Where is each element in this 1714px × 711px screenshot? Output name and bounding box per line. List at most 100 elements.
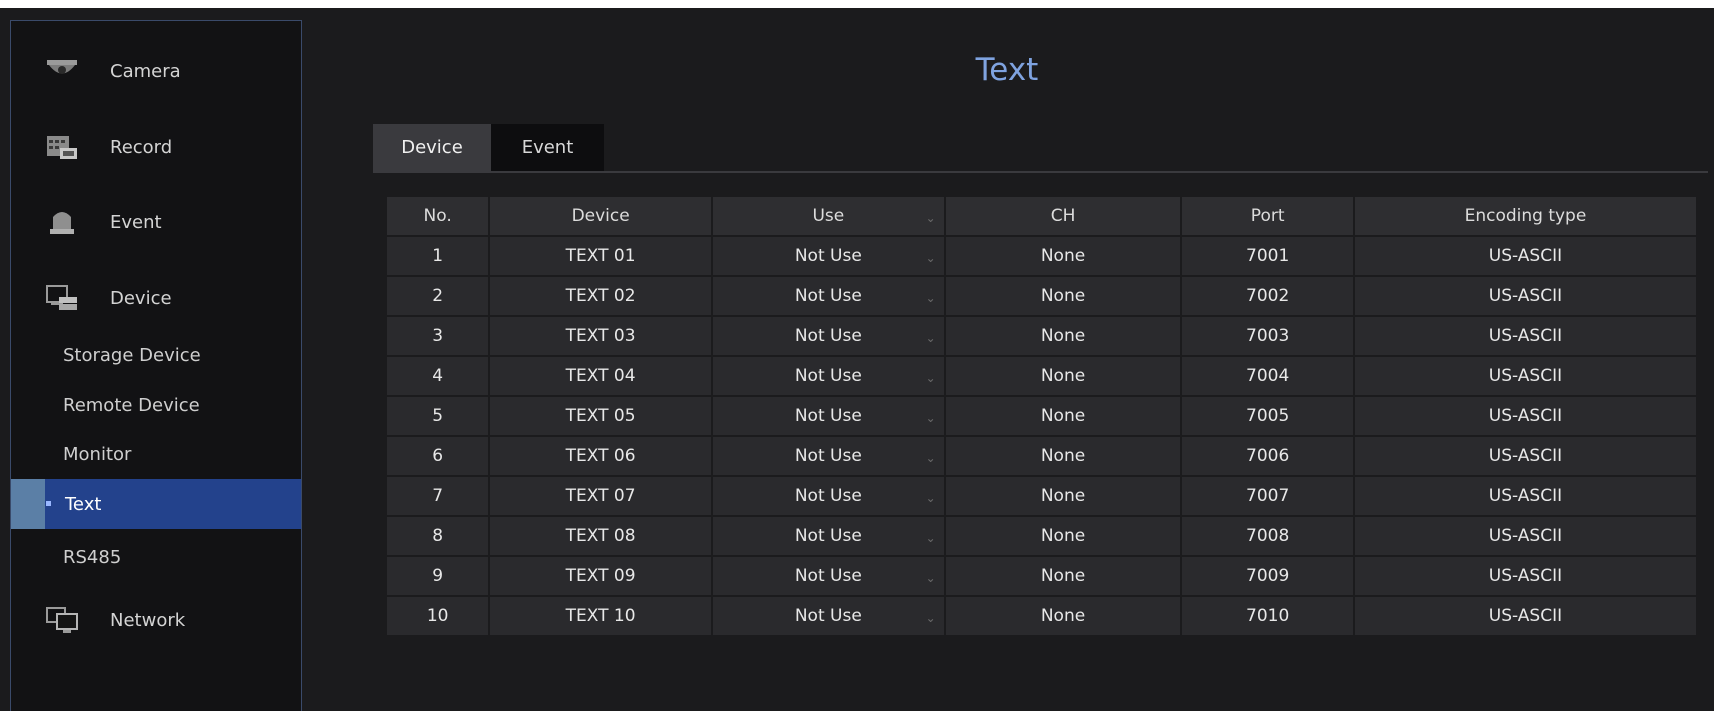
- cell-device: TEXT 01: [490, 237, 711, 275]
- cell-device: TEXT 09: [490, 557, 711, 595]
- table-row: 10 TEXT 10 Not Use ⌄ None 7010 US-ASCII: [387, 597, 1696, 635]
- cell-device: TEXT 04: [490, 357, 711, 395]
- sidebar-subitem-text[interactable]: Text: [11, 479, 301, 529]
- cell-port[interactable]: 7003: [1182, 317, 1353, 355]
- sidebar-item-network[interactable]: Network: [11, 592, 301, 648]
- cell-ch[interactable]: None: [945, 597, 1181, 635]
- sidebar-item-record[interactable]: Record: [11, 119, 301, 175]
- cell-no: 1: [387, 237, 489, 275]
- use-select[interactable]: Not Use ⌄: [712, 237, 944, 275]
- sidebar: Camera Record Event Device Storage Devic…: [10, 20, 302, 711]
- table-row: 1 TEXT 01 Not Use ⌄ None 7001 US-ASCII: [387, 237, 1696, 275]
- cell-encoding-type[interactable]: US-ASCII: [1354, 317, 1696, 355]
- tab-device[interactable]: Device: [373, 124, 491, 172]
- cell-no: 4: [387, 357, 489, 395]
- use-select-value: Not Use: [794, 566, 862, 586]
- sidebar-subitem-label: Remote Device: [63, 394, 200, 416]
- cell-encoding-type[interactable]: US-ASCII: [1354, 397, 1696, 435]
- chevron-down-icon: ⌄: [925, 611, 936, 625]
- use-select[interactable]: Not Use ⌄: [712, 597, 944, 635]
- chevron-down-icon: ⌄: [925, 411, 936, 425]
- sidebar-subitem-label: Storage Device: [63, 344, 201, 366]
- sidebar-subitem-monitor[interactable]: Monitor: [11, 432, 301, 476]
- cell-no: 9: [387, 557, 489, 595]
- cell-no: 6: [387, 437, 489, 475]
- header-use[interactable]: Use ⌄: [712, 197, 944, 235]
- sidebar-item-label: Device: [110, 287, 172, 309]
- cell-encoding-type[interactable]: US-ASCII: [1354, 597, 1696, 635]
- header-port: Port: [1182, 197, 1353, 235]
- use-select[interactable]: Not Use ⌄: [712, 277, 944, 315]
- text-device-table: No. Device Use ⌄ CH Port Encoding type 1…: [385, 195, 1698, 637]
- header-device: Device: [490, 197, 711, 235]
- sidebar-item-event[interactable]: Event: [11, 194, 301, 250]
- header-ch: CH: [945, 197, 1181, 235]
- table-row: 6 TEXT 06 Not Use ⌄ None 7006 US-ASCII: [387, 437, 1696, 475]
- cell-port[interactable]: 7002: [1182, 277, 1353, 315]
- cell-port[interactable]: 7001: [1182, 237, 1353, 275]
- cell-encoding-type[interactable]: US-ASCII: [1354, 237, 1696, 275]
- use-select-value: Not Use: [794, 606, 862, 626]
- cell-ch[interactable]: None: [945, 397, 1181, 435]
- tab-event[interactable]: Event: [491, 124, 604, 172]
- header-encoding-type: Encoding type: [1354, 197, 1696, 235]
- cell-port[interactable]: 7009: [1182, 557, 1353, 595]
- use-select[interactable]: Not Use ⌄: [712, 397, 944, 435]
- cell-ch[interactable]: None: [945, 357, 1181, 395]
- use-select[interactable]: Not Use ⌄: [712, 437, 944, 475]
- table-row: 5 TEXT 05 Not Use ⌄ None 7005 US-ASCII: [387, 397, 1696, 435]
- sidebar-item-camera[interactable]: Camera: [11, 43, 301, 99]
- cell-port[interactable]: 7007: [1182, 477, 1353, 515]
- table-row: 7 TEXT 07 Not Use ⌄ None 7007 US-ASCII: [387, 477, 1696, 515]
- use-select[interactable]: Not Use ⌄: [712, 517, 944, 555]
- use-select[interactable]: Not Use ⌄: [712, 357, 944, 395]
- cell-ch[interactable]: None: [945, 557, 1181, 595]
- cell-port[interactable]: 7006: [1182, 437, 1353, 475]
- cell-ch[interactable]: None: [945, 317, 1181, 355]
- cell-no: 2: [387, 277, 489, 315]
- camera-icon: [47, 60, 77, 74]
- cell-port[interactable]: 7010: [1182, 597, 1353, 635]
- cell-port[interactable]: 7005: [1182, 397, 1353, 435]
- cell-device: TEXT 05: [490, 397, 711, 435]
- use-select[interactable]: Not Use ⌄: [712, 317, 944, 355]
- cell-ch[interactable]: None: [945, 237, 1181, 275]
- use-select-value: Not Use: [794, 526, 862, 546]
- table-row: 4 TEXT 04 Not Use ⌄ None 7004 US-ASCII: [387, 357, 1696, 395]
- network-icon: [46, 607, 78, 633]
- cell-encoding-type[interactable]: US-ASCII: [1354, 357, 1696, 395]
- cell-ch[interactable]: None: [945, 437, 1181, 475]
- cell-ch[interactable]: None: [945, 517, 1181, 555]
- cell-encoding-type[interactable]: US-ASCII: [1354, 517, 1696, 555]
- header-use-label: Use: [812, 206, 845, 226]
- cell-no: 8: [387, 517, 489, 555]
- sidebar-item-device[interactable]: Device: [11, 270, 301, 326]
- sidebar-subitem-remote-device[interactable]: Remote Device: [11, 383, 301, 427]
- sidebar-item-label: Record: [110, 136, 173, 158]
- cell-encoding-type[interactable]: US-ASCII: [1354, 437, 1696, 475]
- cell-encoding-type[interactable]: US-ASCII: [1354, 477, 1696, 515]
- sidebar-subitem-storage-device[interactable]: Storage Device: [11, 333, 301, 377]
- cell-ch[interactable]: None: [945, 477, 1181, 515]
- cell-port[interactable]: 7004: [1182, 357, 1353, 395]
- cell-no: 3: [387, 317, 489, 355]
- device-icon: [46, 285, 77, 310]
- cell-device: TEXT 03: [490, 317, 711, 355]
- cell-encoding-type[interactable]: US-ASCII: [1354, 277, 1696, 315]
- use-select[interactable]: Not Use ⌄: [712, 557, 944, 595]
- table-row: 8 TEXT 08 Not Use ⌄ None 7008 US-ASCII: [387, 517, 1696, 555]
- chevron-down-icon: ⌄: [925, 531, 936, 545]
- cell-no: 5: [387, 397, 489, 435]
- cell-ch[interactable]: None: [945, 277, 1181, 315]
- use-select-value: Not Use: [794, 326, 862, 346]
- use-select[interactable]: Not Use ⌄: [712, 477, 944, 515]
- chevron-down-icon: ⌄: [925, 211, 936, 225]
- sidebar-subitem-rs485[interactable]: RS485: [11, 535, 301, 579]
- sidebar-subitem-label: RS485: [63, 546, 122, 568]
- chevron-down-icon: ⌄: [925, 291, 936, 305]
- cell-port[interactable]: 7008: [1182, 517, 1353, 555]
- use-select-value: Not Use: [794, 406, 862, 426]
- cell-device: TEXT 06: [490, 437, 711, 475]
- chevron-down-icon: ⌄: [925, 451, 936, 465]
- cell-encoding-type[interactable]: US-ASCII: [1354, 557, 1696, 595]
